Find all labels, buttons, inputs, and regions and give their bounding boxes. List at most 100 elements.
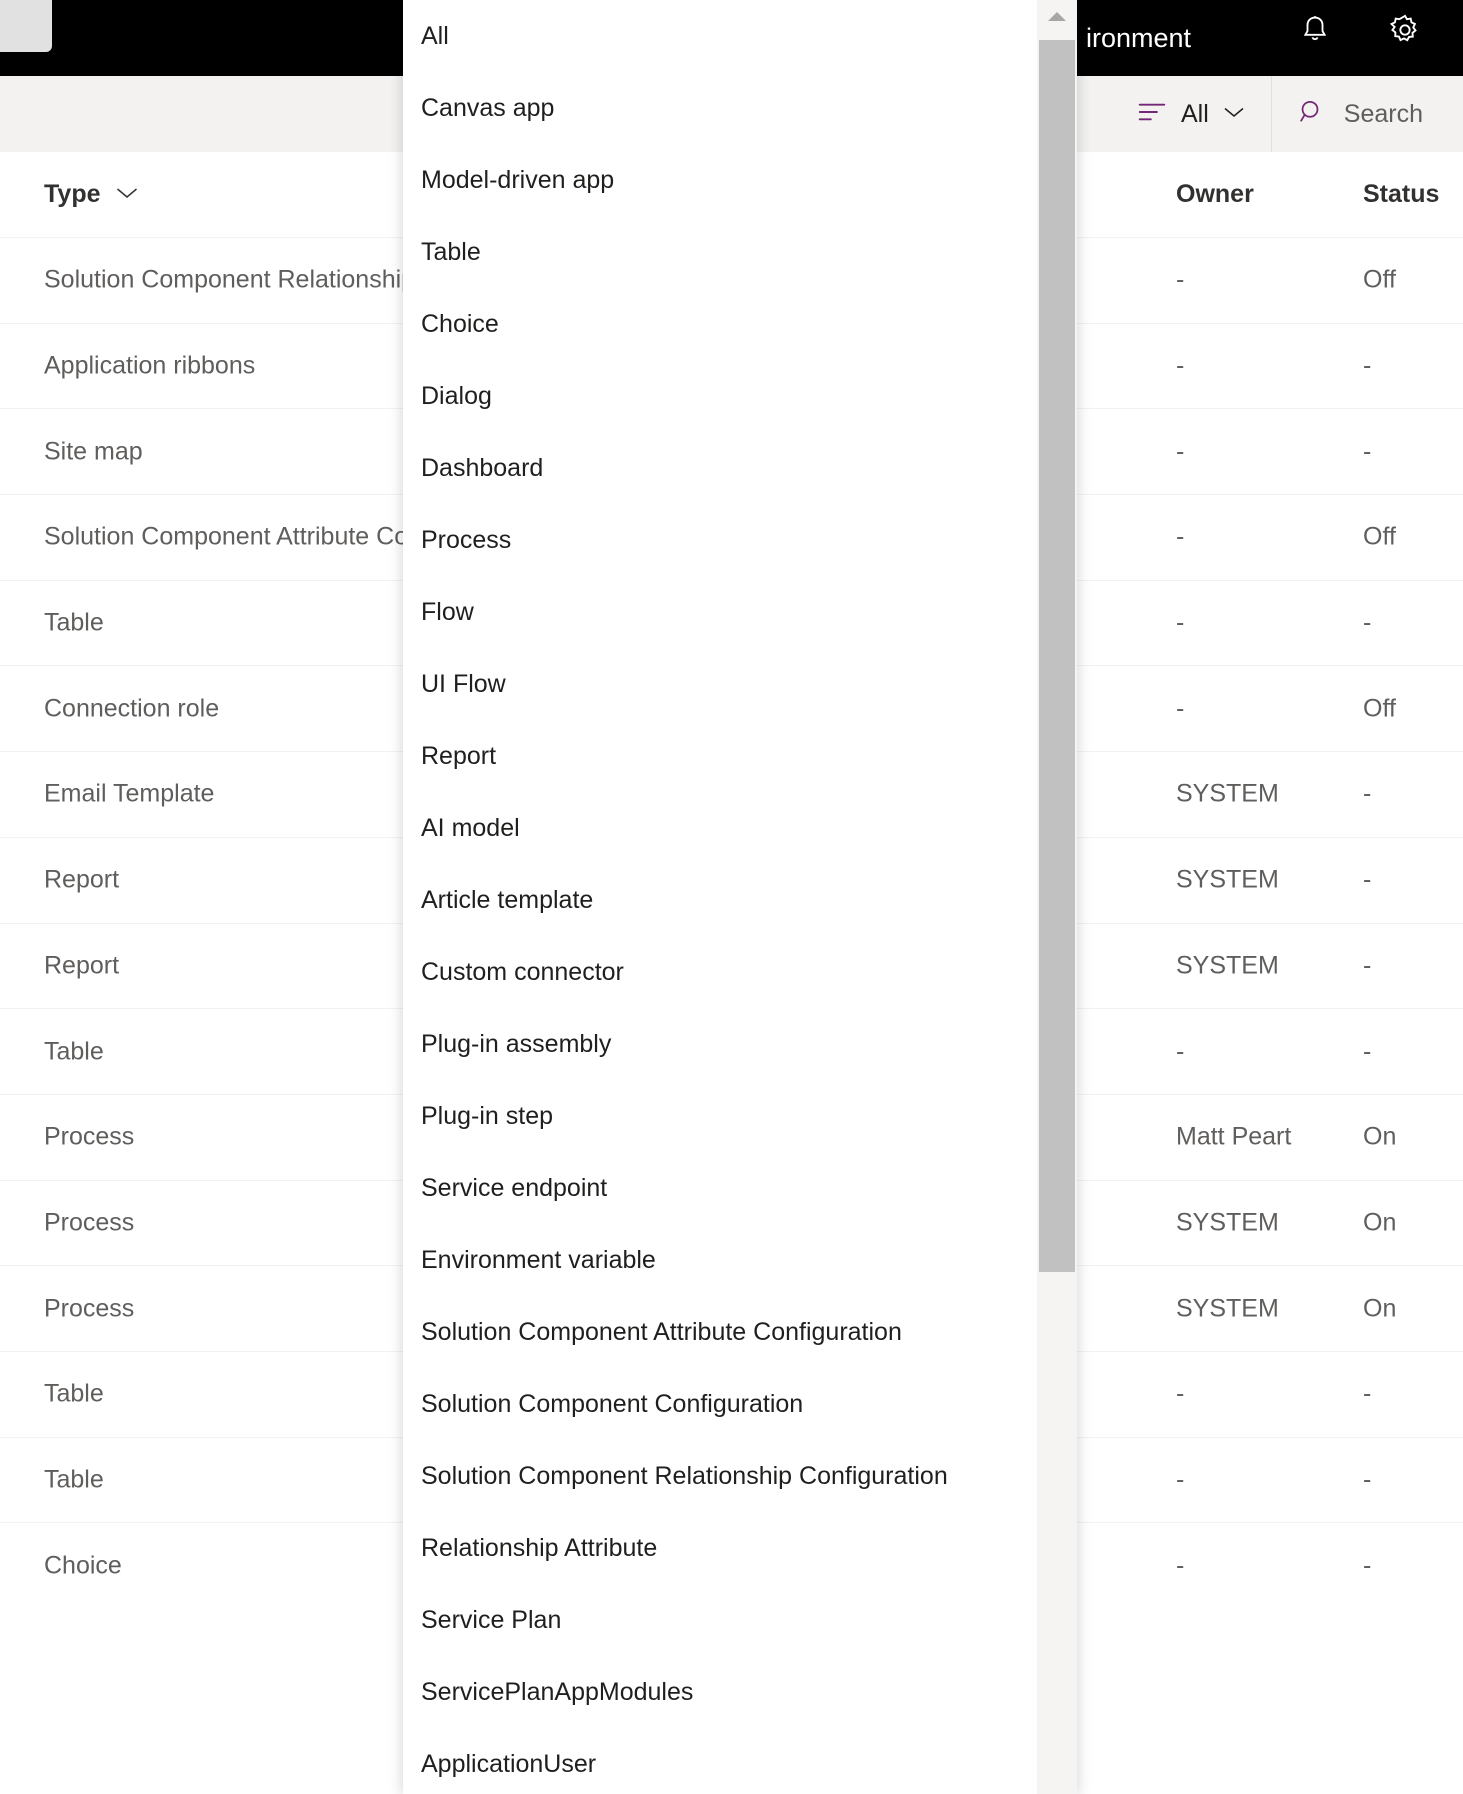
cell-type: Solution Component Relationship [44, 266, 415, 295]
dropdown-option[interactable]: Service endpoint [403, 1152, 1037, 1224]
search-box[interactable]: Search [1272, 76, 1463, 152]
scrollbar-thumb[interactable] [1039, 40, 1075, 1272]
dropdown-option[interactable]: Report [403, 720, 1037, 792]
browser-tab-stub[interactable] [0, 0, 52, 52]
cell-owner: - [1176, 437, 1184, 466]
cell-status: - [1363, 780, 1371, 809]
dropdown-option[interactable]: Plug-in assembly [403, 1008, 1037, 1080]
cell-type: Process [44, 1294, 134, 1323]
cell-status: On [1363, 1123, 1396, 1152]
dropdown-option[interactable]: Choice [403, 288, 1037, 360]
cell-owner: - [1176, 694, 1184, 723]
cell-type: Site map [44, 437, 143, 466]
cell-type: Table [44, 1380, 104, 1409]
dropdown-option[interactable]: Plug-in step [403, 1080, 1037, 1152]
cell-type: Table [44, 1465, 104, 1494]
dropdown-option[interactable]: Dialog [403, 360, 1037, 432]
cell-owner: - [1176, 1380, 1184, 1409]
app-root: ironment [0, 0, 1463, 1794]
cell-status: Off [1363, 266, 1396, 295]
column-header-status[interactable]: Status [1363, 180, 1439, 209]
cell-status: Off [1363, 694, 1396, 723]
type-filter-dropdown-panel: AllCanvas appModel-driven appTableChoice… [403, 0, 1077, 1794]
column-header-type-label: Type [44, 180, 101, 209]
cell-owner: SYSTEM [1176, 780, 1279, 809]
cell-owner: - [1176, 523, 1184, 552]
cell-status: - [1363, 352, 1371, 381]
dropdown-option[interactable]: Flow [403, 576, 1037, 648]
bell-icon [1298, 12, 1332, 48]
filter-lines-icon [1137, 101, 1167, 128]
cell-status: - [1363, 1380, 1371, 1409]
cell-type: Connection role [44, 694, 219, 723]
column-header-type[interactable]: Type [44, 180, 139, 209]
column-header-owner[interactable]: Owner [1176, 180, 1254, 209]
topbar-actions [1293, 8, 1427, 52]
cell-status: - [1363, 1465, 1371, 1494]
dropdown-option[interactable]: ApplicationUser [403, 1728, 1037, 1794]
dropdown-option[interactable]: Canvas app [403, 72, 1037, 144]
settings-button[interactable] [1383, 8, 1427, 52]
search-icon [1298, 98, 1326, 131]
cell-type: Table [44, 1037, 104, 1066]
dropdown-option[interactable]: Service Plan [403, 1584, 1037, 1656]
dropdown-option[interactable]: AI model [403, 792, 1037, 864]
chevron-down-icon[interactable] [115, 185, 139, 205]
cell-status: - [1363, 1037, 1371, 1066]
dropdown-option[interactable]: Model-driven app [403, 144, 1037, 216]
cell-owner: SYSTEM [1176, 866, 1279, 895]
cell-owner: - [1176, 352, 1184, 381]
search-input[interactable]: Search [1344, 100, 1423, 129]
dropdown-option[interactable]: ServicePlanAppModules [403, 1656, 1037, 1728]
cell-type: Email Template [44, 780, 214, 809]
cell-owner: Matt Peart [1176, 1123, 1291, 1152]
gear-icon [1387, 12, 1423, 48]
cell-status: - [1363, 609, 1371, 638]
dropdown-option[interactable]: Process [403, 504, 1037, 576]
environment-label: ironment [1086, 19, 1191, 57]
cell-owner: SYSTEM [1176, 1208, 1279, 1237]
cell-owner: - [1176, 1551, 1184, 1580]
scroll-up-button[interactable] [1037, 0, 1077, 38]
type-filter-label: All [1181, 100, 1209, 129]
cell-status: - [1363, 437, 1371, 466]
cell-type: Application ribbons [44, 352, 255, 381]
dropdown-option[interactable]: All [403, 0, 1037, 72]
type-filter-dropdown[interactable]: All [1115, 76, 1271, 152]
cell-owner: - [1176, 1465, 1184, 1494]
cell-status: Off [1363, 523, 1396, 552]
dropdown-option[interactable]: Dashboard [403, 432, 1037, 504]
cell-type: Table [44, 609, 104, 638]
cell-owner: - [1176, 266, 1184, 295]
dropdown-option[interactable]: Table [403, 216, 1037, 288]
dropdown-option[interactable]: Relationship Attribute [403, 1512, 1037, 1584]
dropdown-option[interactable]: UI Flow [403, 648, 1037, 720]
type-filter-option-list: AllCanvas appModel-driven appTableChoice… [403, 0, 1037, 1794]
caret-up-icon [1046, 10, 1068, 28]
chevron-down-icon [1223, 105, 1245, 124]
notifications-button[interactable] [1293, 8, 1337, 52]
dropdown-option[interactable]: Solution Component Configuration [403, 1368, 1037, 1440]
cell-status: On [1363, 1294, 1396, 1323]
cell-status: - [1363, 951, 1371, 980]
cell-type: Report [44, 866, 119, 895]
cell-owner: - [1176, 609, 1184, 638]
cell-status: - [1363, 1551, 1371, 1580]
cell-status: On [1363, 1208, 1396, 1237]
dropdown-option[interactable]: Custom connector [403, 936, 1037, 1008]
dropdown-option[interactable]: Solution Component Relationship Configur… [403, 1440, 1037, 1512]
dropdown-option[interactable]: Environment variable [403, 1224, 1037, 1296]
cell-owner: - [1176, 1037, 1184, 1066]
dropdown-option[interactable]: Article template [403, 864, 1037, 936]
cell-owner: SYSTEM [1176, 1294, 1279, 1323]
cell-type: Process [44, 1123, 134, 1152]
cell-type: Process [44, 1208, 134, 1237]
cell-owner: SYSTEM [1176, 951, 1279, 980]
cell-type: Report [44, 951, 119, 980]
dropdown-option[interactable]: Solution Component Attribute Configurati… [403, 1296, 1037, 1368]
dropdown-scrollbar[interactable] [1037, 0, 1077, 1794]
command-bar-right-group: All Search [1115, 76, 1463, 152]
cell-type: Solution Component Attribute Co [44, 523, 408, 552]
cell-status: - [1363, 866, 1371, 895]
cell-type: Choice [44, 1551, 122, 1580]
